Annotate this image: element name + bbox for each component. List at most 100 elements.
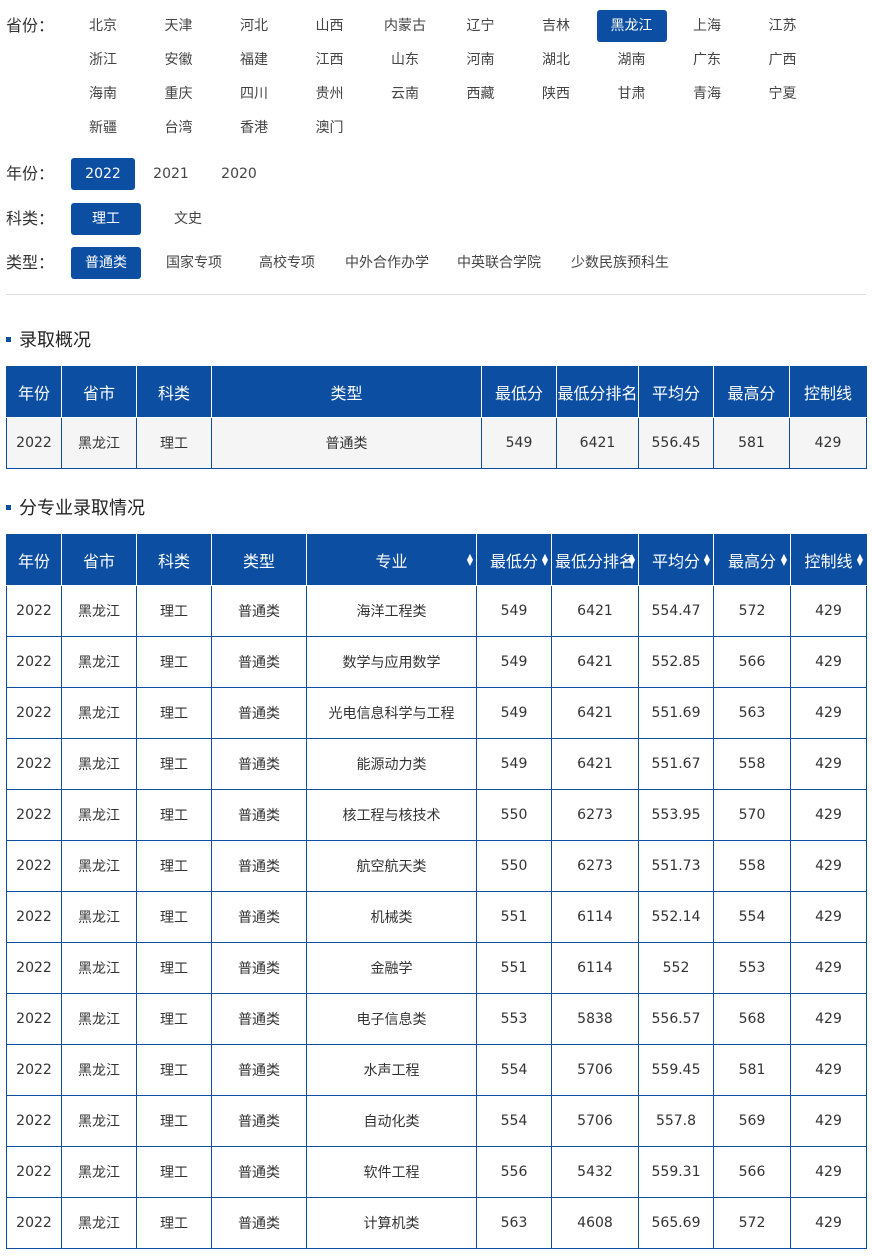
table-cell: 566 bbox=[713, 1146, 791, 1198]
sort-icon[interactable]: ▲ ▼ bbox=[781, 553, 787, 567]
type-option[interactable]: 少数民族预科生 bbox=[561, 247, 679, 279]
province-option[interactable]: 天津 bbox=[144, 10, 214, 42]
province-option[interactable]: 安徽 bbox=[144, 44, 214, 76]
year-option[interactable]: 2020 bbox=[207, 158, 271, 190]
table-cell: 普通类 bbox=[211, 1197, 307, 1249]
province-option[interactable]: 云南 bbox=[370, 78, 440, 110]
province-option[interactable]: 青海 bbox=[672, 78, 742, 110]
sort-icon[interactable]: ▲ ▼ bbox=[467, 553, 473, 567]
province-option[interactable]: 湖南 bbox=[597, 44, 667, 76]
table-cell: 563 bbox=[476, 1197, 552, 1249]
table-cell: 普通类 bbox=[211, 789, 307, 841]
sort-icon[interactable]: ▲ ▼ bbox=[857, 553, 863, 567]
table-cell: 2022 bbox=[6, 1146, 62, 1198]
table-cell: 黑龙江 bbox=[61, 1095, 137, 1147]
table-cell: 航空航天类 bbox=[306, 840, 477, 892]
province-option[interactable]: 江西 bbox=[295, 44, 365, 76]
province-option[interactable]: 湖北 bbox=[521, 44, 591, 76]
sort-icon[interactable]: ▲ ▼ bbox=[704, 553, 710, 567]
province-option[interactable]: 内蒙古 bbox=[370, 10, 440, 42]
majors-header-cell[interactable]: 最高分 ▲ ▼ bbox=[713, 534, 791, 586]
table-cell: 理工 bbox=[136, 636, 212, 688]
table-cell: 4608 bbox=[551, 1197, 639, 1249]
province-option[interactable]: 四川 bbox=[219, 78, 289, 110]
table-cell: 554 bbox=[476, 1044, 552, 1096]
table-cell: 黑龙江 bbox=[61, 891, 137, 943]
table-cell: 黑龙江 bbox=[61, 687, 137, 739]
table-cell: 理工 bbox=[136, 1146, 212, 1198]
province-option[interactable]: 江苏 bbox=[748, 10, 818, 42]
table-cell: 黑龙江 bbox=[61, 417, 137, 469]
sort-icon[interactable]: ▲ ▼ bbox=[542, 553, 548, 567]
province-option[interactable]: 海南 bbox=[68, 78, 138, 110]
province-option[interactable]: 重庆 bbox=[144, 78, 214, 110]
province-option[interactable]: 山西 bbox=[295, 10, 365, 42]
table-cell: 429 bbox=[790, 1146, 867, 1198]
table-cell: 569 bbox=[713, 1095, 791, 1147]
table-cell: 429 bbox=[790, 738, 867, 790]
province-option[interactable]: 甘肃 bbox=[597, 78, 667, 110]
province-option[interactable]: 浙江 bbox=[68, 44, 138, 76]
table-cell: 普通类 bbox=[211, 1095, 307, 1147]
province-option[interactable]: 辽宁 bbox=[446, 10, 516, 42]
year-option[interactable]: 2021 bbox=[139, 158, 203, 190]
header-label: 平均分 bbox=[651, 552, 700, 571]
table-cell: 565.69 bbox=[638, 1197, 714, 1249]
table-row: 2022 黑龙江 理工 普通类 机械类 551 6114 552.14 554 429 bbox=[6, 891, 867, 943]
province-option[interactable]: 上海 bbox=[672, 10, 742, 42]
province-option[interactable]: 宁夏 bbox=[748, 78, 818, 110]
province-option[interactable]: 新疆 bbox=[68, 112, 138, 144]
header-label: 省市 bbox=[82, 552, 115, 571]
province-option[interactable]: 河南 bbox=[446, 44, 516, 76]
majors-header-cell[interactable]: 平均分 ▲ ▼ bbox=[638, 534, 714, 586]
province-option[interactable]: 广西 bbox=[748, 44, 818, 76]
province-option[interactable]: 贵州 bbox=[295, 78, 365, 110]
table-cell: 理工 bbox=[136, 1197, 212, 1249]
province-option[interactable]: 澳门 bbox=[295, 112, 365, 144]
table-cell: 计算机类 bbox=[306, 1197, 477, 1249]
table-cell: 6421 bbox=[556, 417, 639, 469]
province-option[interactable]: 陕西 bbox=[521, 78, 591, 110]
province-option[interactable]: 香港 bbox=[219, 112, 289, 144]
province-option[interactable]: 福建 bbox=[219, 44, 289, 76]
type-option[interactable]: 普通类 bbox=[71, 247, 141, 279]
table-row: 2022 黑龙江 理工 普通类 航空航天类 550 6273 551.73 558 429 bbox=[6, 840, 867, 892]
province-option[interactable]: 山东 bbox=[370, 44, 440, 76]
table-cell: 429 bbox=[790, 687, 867, 739]
table-cell: 556 bbox=[476, 1146, 552, 1198]
sort-icon[interactable]: ▲ ▼ bbox=[629, 553, 635, 567]
table-cell: 黑龙江 bbox=[61, 585, 137, 637]
header-label: 控制线 bbox=[804, 552, 853, 571]
majors-header-cell[interactable]: 最低分排名 ▲ ▼ bbox=[551, 534, 639, 586]
type-option[interactable]: 国家专项 bbox=[151, 247, 237, 279]
table-cell: 水声工程 bbox=[306, 1044, 477, 1096]
province-option[interactable]: 黑龙江 bbox=[596, 10, 667, 42]
province-option[interactable]: 北京 bbox=[68, 10, 138, 42]
majors-header-cell[interactable]: 最低分 ▲ ▼ bbox=[476, 534, 552, 586]
subject-option[interactable]: 文史 bbox=[153, 203, 223, 235]
table-cell: 429 bbox=[790, 1197, 867, 1249]
type-option[interactable]: 中英联合学院 bbox=[447, 247, 551, 279]
table-cell: 5706 bbox=[551, 1044, 639, 1096]
table-cell: 黑龙江 bbox=[61, 636, 137, 688]
province-option[interactable]: 广东 bbox=[672, 44, 742, 76]
type-option[interactable]: 高校专项 bbox=[247, 247, 327, 279]
province-option[interactable]: 河北 bbox=[219, 10, 289, 42]
table-cell: 普通类 bbox=[211, 1044, 307, 1096]
table-cell: 5432 bbox=[551, 1146, 639, 1198]
year-option[interactable]: 2022 bbox=[71, 158, 135, 190]
majors-header-cell[interactable]: 专业 ▲ ▼ bbox=[306, 534, 477, 586]
province-option[interactable]: 吉林 bbox=[521, 10, 591, 42]
majors-header-cell[interactable]: 控制线 ▲ ▼ bbox=[790, 534, 867, 586]
table-cell: 软件工程 bbox=[306, 1146, 477, 1198]
table-cell: 572 bbox=[713, 585, 791, 637]
province-option[interactable]: 台湾 bbox=[144, 112, 214, 144]
table-cell: 2022 bbox=[6, 840, 62, 892]
subject-option[interactable]: 理工 bbox=[71, 203, 141, 235]
table-cell: 549 bbox=[476, 636, 552, 688]
province-option[interactable]: 西藏 bbox=[446, 78, 516, 110]
table-cell: 2022 bbox=[6, 417, 62, 469]
type-option[interactable]: 中外合作办学 bbox=[337, 247, 437, 279]
table-cell: 电子信息类 bbox=[306, 993, 477, 1045]
table-row: 2022 黑龙江 理工 普通类 自动化类 554 5706 557.8 569 429 bbox=[6, 1095, 867, 1147]
